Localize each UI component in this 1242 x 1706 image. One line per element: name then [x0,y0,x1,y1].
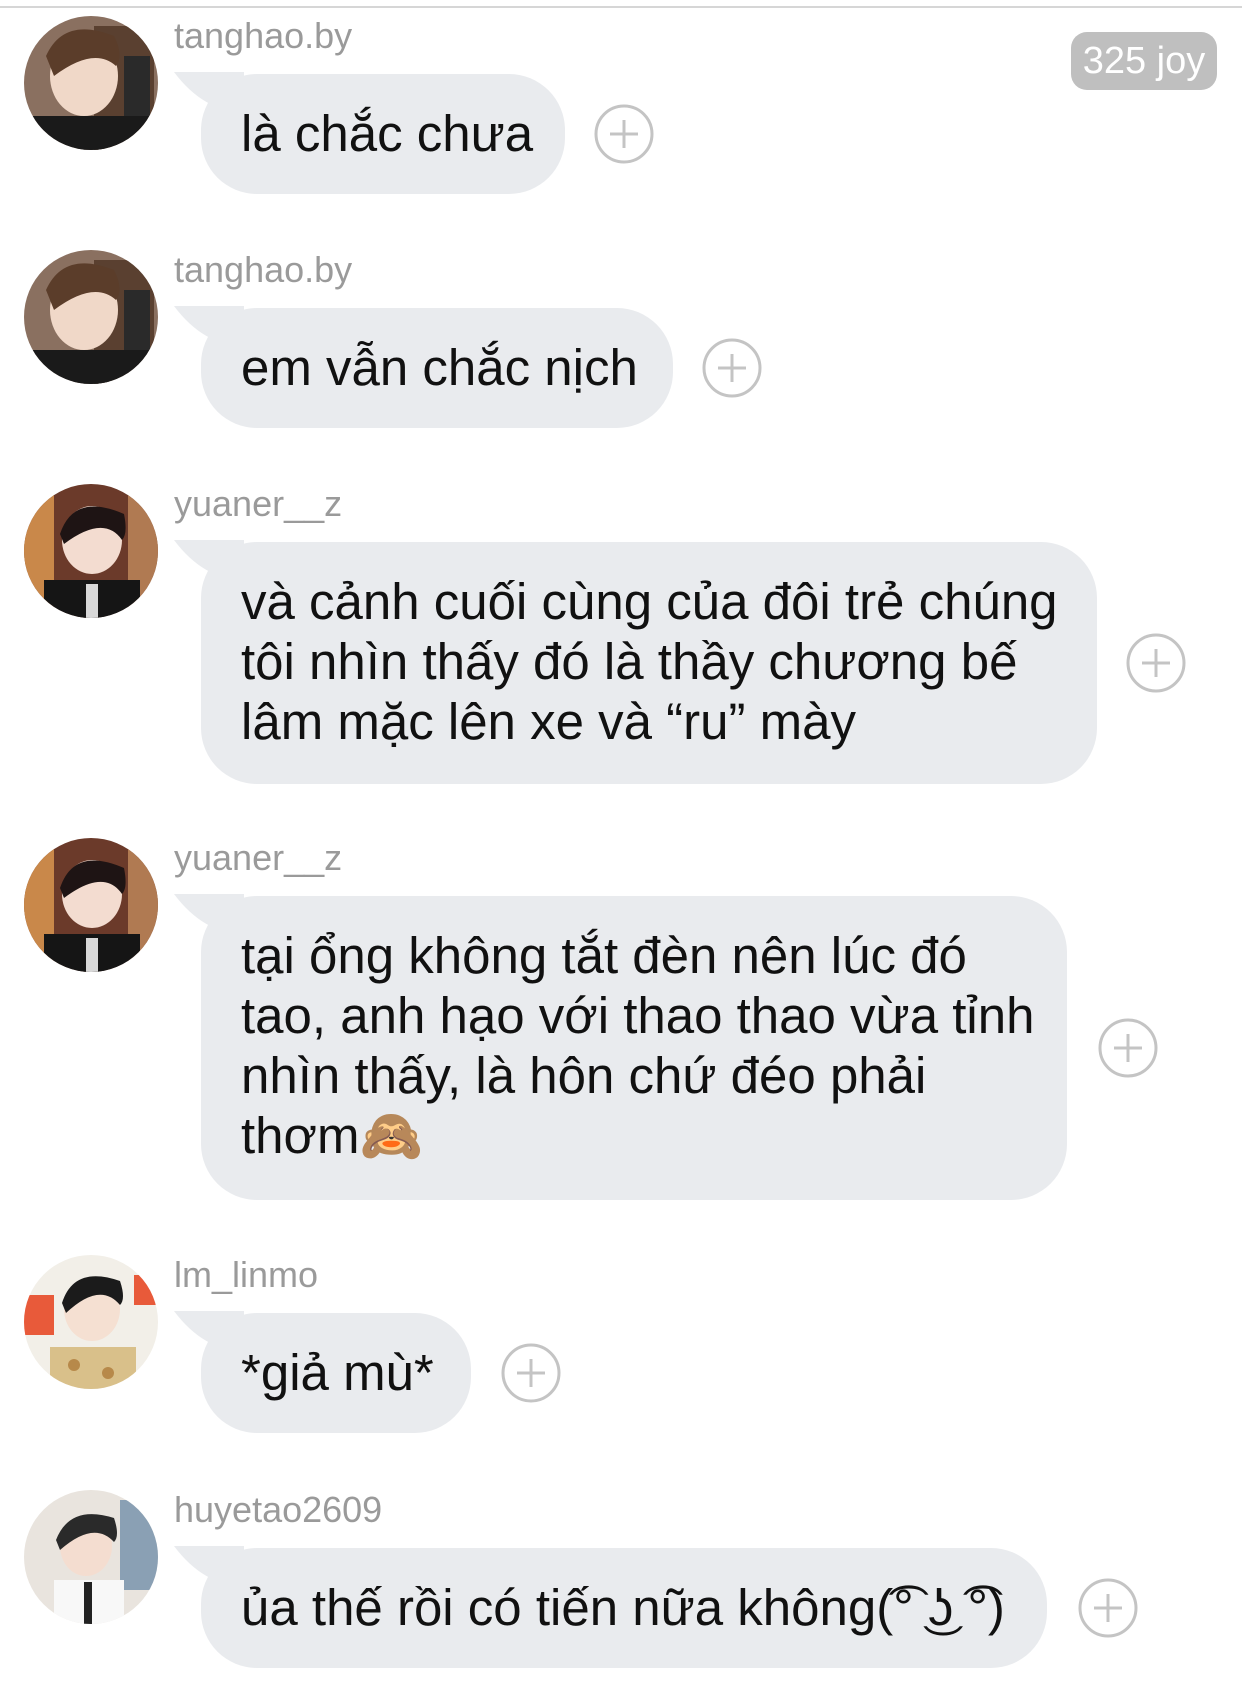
joy-count-badge: 325 joy [1071,32,1217,90]
avatar[interactable] [24,250,158,384]
message-bubble[interactable]: tại ổng không tắt đèn nên lúc đó tao, an… [201,896,1067,1200]
message-text-line: thơm🙈 [241,1107,423,1164]
add-reaction-icon[interactable] [501,1343,561,1403]
avatar-image [24,1255,158,1389]
avatar-image [24,16,158,150]
message-text-line: và cảnh cuối cùng của đôi trẻ chúng [241,573,1058,630]
add-reaction-icon[interactable] [1098,1018,1158,1078]
message-text-line: ủa thế rồi có tiến nữa không(͡° ͜ʖ ͡°) [241,1579,1005,1636]
avatar[interactable] [24,838,158,972]
add-reaction-icon[interactable] [594,104,654,164]
avatar-image [24,838,158,972]
username[interactable]: yuaner__z [174,484,342,524]
add-reaction-icon[interactable] [1078,1578,1138,1638]
message-text-line: là chắc chưa [241,105,534,162]
username[interactable]: huyetao2609 [174,1490,382,1530]
message-bubble[interactable]: ủa thế rồi có tiến nữa không(͡° ͜ʖ ͡°) [201,1548,1047,1668]
message-text-line: tại ổng không tắt đèn nên lúc đó [241,927,967,984]
avatar-image [24,484,158,618]
add-reaction-icon[interactable] [702,338,762,398]
username[interactable]: tanghao.by [174,250,352,290]
username[interactable]: tanghao.by [174,16,352,56]
message-text-line: tao, anh hạo với thao thao vừa tỉnh [241,987,1035,1044]
message-text-line: lâm mặc lên xe và “ru” mày [241,693,856,750]
message-text-line: tôi nhìn thấy đó là thầy chương bế [241,633,1018,690]
avatar[interactable] [24,484,158,618]
avatar[interactable] [24,16,158,150]
message-bubble[interactable]: là chắc chưa [201,74,565,194]
avatar[interactable] [24,1255,158,1389]
add-reaction-icon[interactable] [1126,633,1186,693]
username[interactable]: yuaner__z [174,838,342,878]
message-text-line: nhìn thấy, là hôn chứ đéo phải [241,1047,927,1104]
message-text-line: *giả mù* [241,1344,434,1401]
message-bubble[interactable]: và cảnh cuối cùng của đôi trẻ chúng tôi … [201,542,1097,784]
avatar[interactable] [24,1490,158,1624]
message-text-line: em vẫn chắc nịch [241,339,638,396]
message-bubble[interactable]: *giả mù* [201,1313,471,1433]
message-bubble[interactable]: em vẫn chắc nịch [201,308,673,428]
avatar-image [24,250,158,384]
top-divider [0,6,1242,8]
avatar-image [24,1490,158,1624]
username[interactable]: lm_linmo [174,1255,318,1295]
